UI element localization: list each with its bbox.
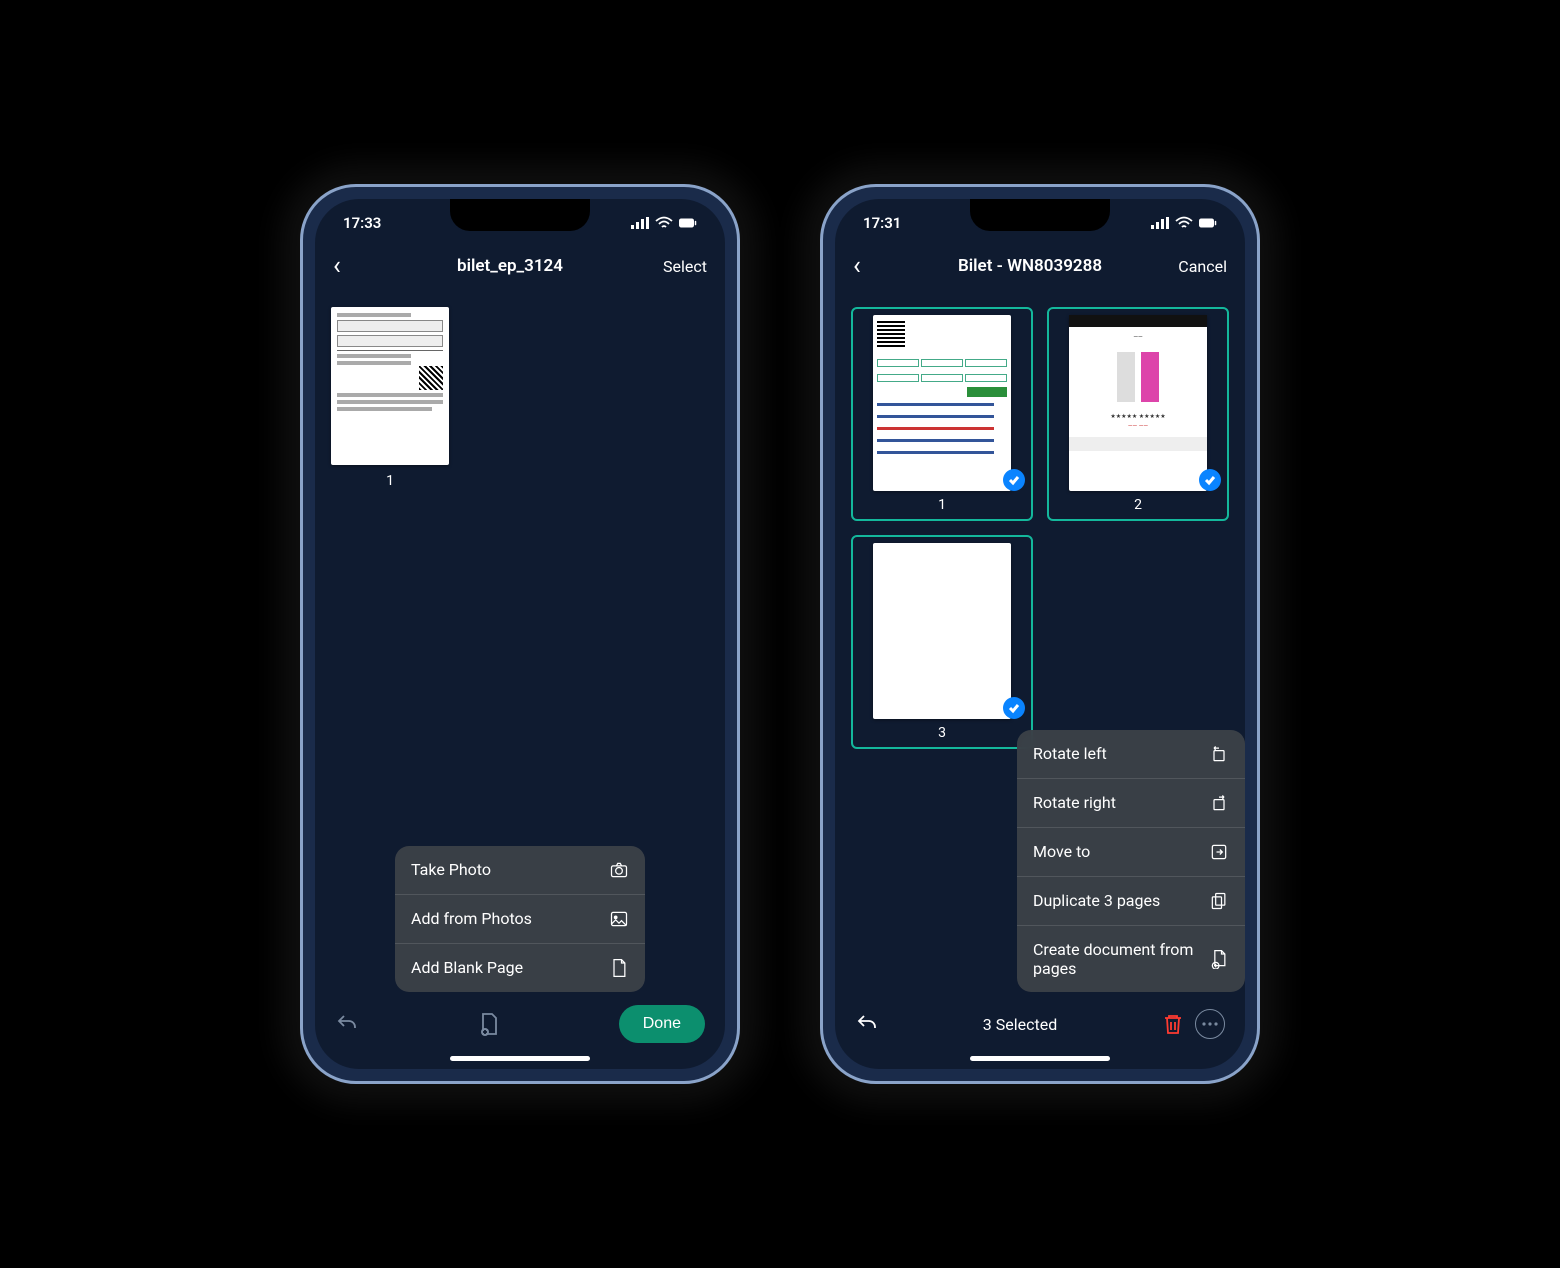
- selected-check-icon: [1003, 469, 1025, 491]
- battery-icon: [679, 216, 697, 230]
- page-thumbnail-3[interactable]: 3: [851, 535, 1033, 749]
- wifi-icon: [655, 216, 673, 230]
- page-thumbnail-2[interactable]: —— ★★★★★ ★★★★★ —— —— 2: [1047, 307, 1229, 521]
- page-number: 1: [938, 497, 946, 513]
- notch: [970, 199, 1110, 231]
- trash-icon[interactable]: [1161, 1012, 1185, 1036]
- actions-popover: Rotate left Rotate right Move to Duplica…: [1017, 730, 1245, 992]
- page-thumbnail-1[interactable]: 1: [851, 307, 1033, 521]
- signal-icon: [1151, 216, 1169, 230]
- page-number: 2: [1134, 497, 1142, 513]
- phone-right: 17:31 ‹ Bilet - WN8039288 Cancel: [820, 184, 1260, 1084]
- move-to-item[interactable]: Move to: [1017, 828, 1245, 877]
- image-icon: [609, 909, 629, 929]
- selected-count: 3 Selected: [879, 1015, 1161, 1034]
- undo-icon[interactable]: [855, 1012, 879, 1036]
- bottom-toolbar: 3 Selected: [835, 992, 1245, 1056]
- wifi-icon: [1175, 216, 1193, 230]
- back-button[interactable]: ‹: [853, 251, 893, 281]
- rotate-right-item[interactable]: Rotate right: [1017, 779, 1245, 828]
- page-thumbnail[interactable]: 1: [331, 307, 449, 489]
- move-icon: [1209, 842, 1229, 862]
- status-time: 17:31: [863, 214, 901, 232]
- take-photo-item[interactable]: Take Photo: [395, 846, 645, 895]
- create-doc-item[interactable]: Create document from pages: [1017, 926, 1245, 992]
- add-from-photos-item[interactable]: Add from Photos: [395, 895, 645, 944]
- rotate-left-item[interactable]: Rotate left: [1017, 730, 1245, 779]
- nav-bar: ‹ Bilet - WN8039288 Cancel: [835, 247, 1245, 291]
- camera-icon: [609, 860, 629, 880]
- bottom-toolbar: Done: [315, 992, 725, 1056]
- add-page-popover: Take Photo Add from Photos Add Blank Pag…: [395, 846, 645, 992]
- page-number: 1: [386, 473, 394, 489]
- nav-title: Bilet - WN8039288: [893, 256, 1167, 276]
- done-button[interactable]: Done: [619, 1005, 705, 1043]
- signal-icon: [631, 216, 649, 230]
- rotate-right-icon: [1209, 793, 1229, 813]
- rotate-left-icon: [1209, 744, 1229, 764]
- status-time: 17:33: [343, 214, 381, 232]
- cancel-button[interactable]: Cancel: [1167, 257, 1227, 276]
- selected-check-icon: [1199, 469, 1221, 491]
- page-icon: [609, 958, 629, 978]
- create-doc-icon: [1209, 949, 1229, 969]
- home-indicator[interactable]: [450, 1056, 590, 1061]
- more-button[interactable]: [1195, 1009, 1225, 1039]
- duplicate-icon: [1209, 891, 1229, 911]
- add-blank-page-item[interactable]: Add Blank Page: [395, 944, 645, 992]
- home-indicator[interactable]: [970, 1056, 1110, 1061]
- select-button[interactable]: Select: [647, 257, 707, 276]
- page-number: 3: [938, 725, 946, 741]
- back-button[interactable]: ‹: [333, 251, 373, 281]
- undo-icon[interactable]: [335, 1012, 359, 1036]
- duplicate-item[interactable]: Duplicate 3 pages: [1017, 877, 1245, 926]
- selected-check-icon: [1003, 697, 1025, 719]
- add-page-icon[interactable]: [477, 1012, 501, 1036]
- nav-bar: ‹ bilet_ep_3124 Select: [315, 247, 725, 291]
- battery-icon: [1199, 216, 1217, 230]
- notch: [450, 199, 590, 231]
- nav-title: bilet_ep_3124: [373, 256, 647, 276]
- phone-left: 17:33 ‹ bilet_ep_3124 Select: [300, 184, 740, 1084]
